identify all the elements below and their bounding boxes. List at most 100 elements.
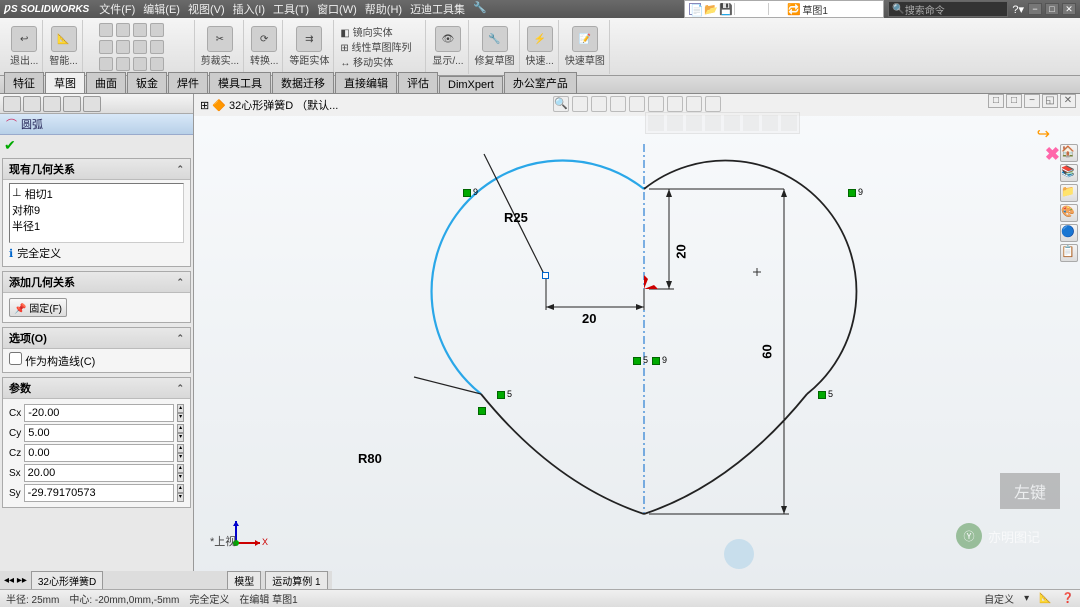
status-edit: 在编辑 草图1	[239, 591, 297, 606]
new-icon[interactable]: 📄	[689, 3, 701, 15]
dim-60[interactable]: 60	[760, 344, 775, 358]
quick1-group[interactable]: ⚡快速...	[522, 20, 559, 74]
tab-display[interactable]	[83, 96, 101, 112]
handle9-2[interactable]	[848, 189, 856, 197]
ribbon: ↩退出... 📐智能... ✂剪裁实... ⟳转换... ⇉等距实体 ◧ 镜向实…	[0, 18, 1080, 76]
close-button[interactable]: ✕	[1062, 3, 1076, 15]
dim-20v[interactable]: 20	[674, 244, 689, 258]
search-box[interactable]: 🔍 搜索命令	[888, 1, 1008, 17]
command-tabs: 特征 草图 曲面 钣金 焊件 模具工具 数据迁移 直接编辑 评估 DimXper…	[0, 76, 1080, 94]
handle5-2[interactable]	[497, 391, 505, 399]
arc-center-handle[interactable]	[542, 272, 549, 279]
mirror-group[interactable]: ◧ 镜向实体 ⊞ 线性草图阵列 ↔ 移动实体	[336, 20, 426, 74]
max-button[interactable]: □	[1045, 3, 1059, 15]
quick2-group[interactable]: 📝快速草图	[561, 20, 610, 74]
param-cx[interactable]	[24, 404, 174, 422]
rebuild-icon[interactable]: 🔁	[787, 3, 799, 15]
bottab-motion[interactable]: 运动算例 1	[265, 571, 327, 590]
menu-bar: 文件(F) 编辑(E) 视图(V) 插入(I) 工具(T) 窗口(W) 帮助(H…	[99, 1, 487, 17]
menu-tools[interactable]: 工具(T)	[273, 1, 309, 17]
menu-edit[interactable]: 编辑(E)	[143, 1, 180, 17]
params-section: 参数⌃ Cx▴▾ Cy▴▾ Cz▴▾ Sx▴▾ Sy▴▾	[2, 377, 191, 508]
tab-data[interactable]: 数据迁移	[272, 72, 334, 93]
menu-maidi[interactable]: 迈迪工具集	[410, 1, 465, 17]
offset-group[interactable]: ⇉等距实体	[285, 20, 334, 74]
menu-file[interactable]: 文件(F)	[99, 1, 135, 17]
bottab-model[interactable]: 模型	[227, 571, 261, 590]
ok-button[interactable]: ✔	[4, 137, 16, 153]
dim-20h[interactable]: 20	[582, 311, 596, 326]
bottab-doc[interactable]: 32心形弹簧D	[31, 571, 103, 590]
exit-sketch-group[interactable]: ↩退出...	[6, 20, 43, 74]
arc-icon: ⌒	[6, 116, 17, 132]
trim-group[interactable]: ✂剪裁实...	[197, 20, 244, 74]
view-toolbar: 🔍	[553, 96, 721, 112]
status-custom[interactable]: 自定义	[984, 591, 1014, 606]
nav-arrows[interactable]: ◂◂ ▸▸	[4, 575, 27, 586]
status-def: 完全定义	[189, 591, 229, 606]
display-group[interactable]: 👁显示/...	[428, 20, 468, 74]
open-icon[interactable]: 📂	[704, 3, 716, 15]
tab-property[interactable]	[23, 96, 41, 112]
tab-office[interactable]: 办公室产品	[504, 72, 577, 93]
options-icon[interactable]: ⚙	[772, 3, 784, 15]
setting-icon[interactable]	[705, 96, 721, 112]
menu-view[interactable]: 视图(V)	[188, 1, 225, 17]
hide-show-icon[interactable]	[667, 96, 683, 112]
dim-r25[interactable]: R25	[504, 210, 528, 225]
menu-window[interactable]: 窗口(W)	[317, 1, 357, 17]
status-unit-icon[interactable]: 📐	[1039, 593, 1051, 604]
print-icon[interactable]: 🖨	[738, 3, 750, 15]
convert-group[interactable]: ⟳转换...	[246, 20, 283, 74]
param-cy[interactable]	[24, 424, 174, 442]
watermark: Ⓨ亦明图记	[956, 523, 1040, 549]
min-button[interactable]: −	[1028, 3, 1042, 15]
param-sx[interactable]	[24, 464, 174, 482]
zoom-area-icon[interactable]	[572, 96, 588, 112]
menu-icon[interactable]: 🔧	[473, 1, 487, 17]
construction-checkbox[interactable]: 作为构造线(C)	[9, 356, 95, 368]
handle9-3[interactable]	[652, 357, 660, 365]
handle9-1[interactable]	[463, 189, 471, 197]
relations-list[interactable]: ⊥相切1 对称9 半径1	[9, 183, 184, 243]
title-bar: ǷS SOLIDWORKS 文件(F) 编辑(E) 视图(V) 插入(I) 工具…	[0, 0, 1080, 18]
help-icon[interactable]: ?▾	[1012, 3, 1024, 16]
undo-icon[interactable]: ↶	[753, 3, 765, 15]
menu-insert[interactable]: 插入(I)	[233, 1, 265, 17]
cz-icon: Cz	[9, 445, 21, 461]
tab-direct[interactable]: 直接编辑	[335, 72, 397, 93]
handle-extra[interactable]	[478, 407, 486, 415]
tab-weldment[interactable]: 焊件	[168, 72, 208, 93]
param-cz[interactable]	[24, 444, 174, 462]
spin-up[interactable]: ▴	[177, 404, 184, 413]
display-style-icon[interactable]	[648, 96, 664, 112]
prev-view-icon[interactable]	[591, 96, 607, 112]
spin-down[interactable]: ▾	[177, 413, 184, 422]
tab-sheetmetal[interactable]: 钣金	[127, 72, 167, 93]
tab-dimxpert[interactable]: DimXpert	[439, 76, 503, 93]
smart-dim-group[interactable]: 📐智能...	[45, 20, 82, 74]
handle5-1[interactable]	[633, 357, 641, 365]
fixed-button[interactable]: 📌 固定(F)	[9, 298, 67, 317]
tab-sketch[interactable]: 草图	[45, 72, 85, 93]
handle5-3[interactable]	[818, 391, 826, 399]
save-icon[interactable]: 💾	[719, 3, 731, 15]
menu-help[interactable]: 帮助(H)	[365, 1, 402, 17]
section-icon[interactable]	[610, 96, 626, 112]
param-sy[interactable]	[24, 484, 174, 502]
tab-feature[interactable]: 特征	[4, 72, 44, 93]
status-q-icon[interactable]: ❓	[1062, 593, 1074, 604]
zoom-fit-icon[interactable]: 🔍	[553, 96, 569, 112]
tab-eval[interactable]: 评估	[398, 72, 438, 93]
tab-surface[interactable]: 曲面	[86, 72, 126, 93]
sketch-tools-group[interactable]	[85, 20, 195, 74]
view-orient-icon[interactable]	[629, 96, 645, 112]
tab-mold[interactable]: 模具工具	[209, 72, 271, 93]
scene-icon[interactable]	[686, 96, 702, 112]
graphics-area[interactable]: ⊞ 🔶 32心形弹簧D （默认... 🔍 □□−◱✕ 🏠📚📁🎨🔵📋 ✖ ↪	[194, 94, 1080, 589]
repair-group[interactable]: 🔧修复草图	[471, 20, 520, 74]
tab-config[interactable]	[43, 96, 61, 112]
tab-feature-tree[interactable]	[3, 96, 21, 112]
dim-r80[interactable]: R80	[358, 451, 382, 466]
tab-dimx[interactable]	[63, 96, 81, 112]
